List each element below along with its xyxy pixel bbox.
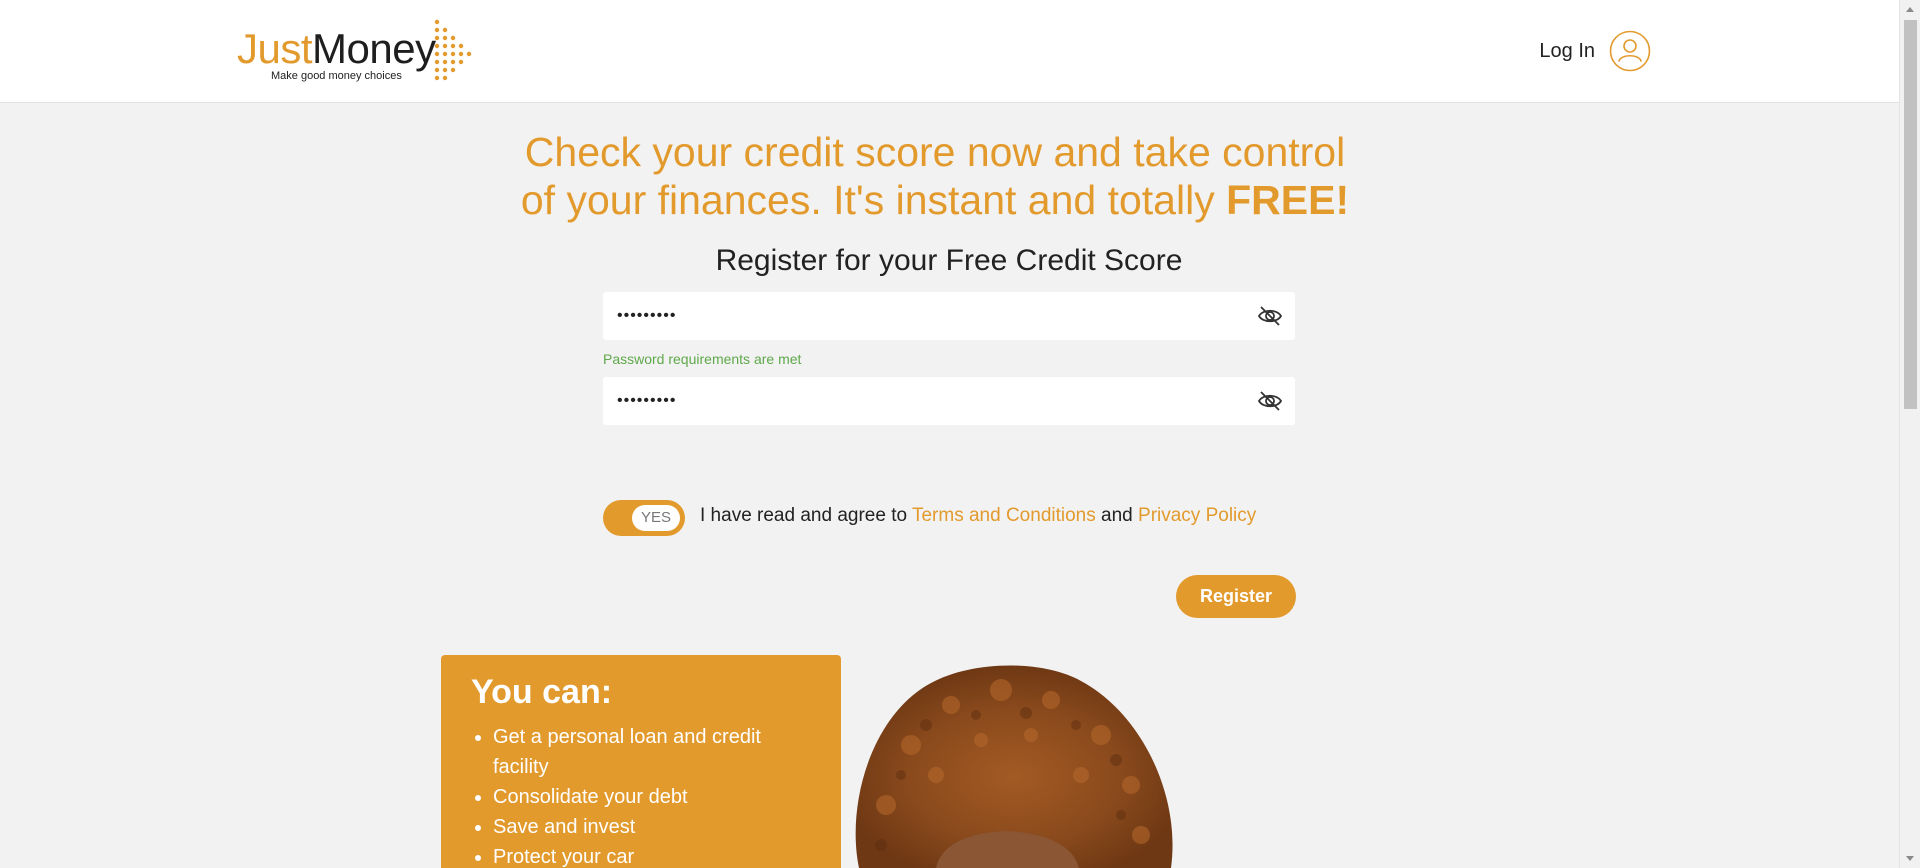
toggle-label: YES [632,505,680,531]
login-label: Log In [1539,39,1595,62]
privacy-link[interactable]: Privacy Policy [1138,505,1256,526]
eye-slash-icon[interactable] [1257,389,1283,413]
scroll-up-arrow-icon[interactable] [1906,7,1914,12]
list-item: Get a personal loan and credit facility [493,722,811,782]
confirm-password-field [603,377,1295,425]
page-scrollbar[interactable] [1899,0,1920,868]
hero-free: FREE! [1226,177,1350,223]
hero-portrait-image [855,665,1173,868]
agree-text: I have read and agree to Terms and Condi… [700,505,1256,527]
site-header: JustMoney Make good money choices Log In [0,0,1899,103]
agree-and: and [1101,505,1133,526]
logo-dots-icon [434,19,472,81]
list-item: Protect your car [493,842,811,868]
user-circle-icon [1609,30,1651,72]
logo-word-just: Just [237,25,313,72]
confirm-password-input[interactable] [603,377,1223,425]
benefits-list: Get a personal loan and credit facility … [471,722,811,868]
password-hint: Password requirements are met [603,351,802,367]
benefits-title: You can: [471,673,613,711]
benefits-panel: You can: Get a personal loan and credit … [441,655,841,868]
logo-wordmark: JustMoney [237,28,436,70]
password-field [603,292,1295,340]
terms-link[interactable]: Terms and Conditions [912,505,1096,526]
register-button[interactable]: Register [1176,575,1296,618]
form-title: Register for your Free Credit Score [715,244,1183,277]
list-item: Consolidate your debt [493,782,811,812]
agree-toggle[interactable]: YES [603,500,685,536]
scroll-thumb[interactable] [1904,20,1917,409]
list-item: Save and invest [493,812,811,842]
justmoney-logo[interactable]: JustMoney Make good money choices [237,16,482,86]
logo-tagline: Make good money choices [271,70,402,82]
agree-prefix: I have read and agree to [700,505,908,526]
hero-headline: Check your credit score now and take con… [520,128,1350,224]
eye-slash-icon[interactable] [1257,304,1283,328]
login-button[interactable]: Log In [1539,30,1651,72]
password-input[interactable] [603,292,1223,340]
hero-text: Check your credit score now and take con… [520,129,1346,223]
logo-word-money: Money [312,25,436,72]
scroll-down-arrow-icon[interactable] [1906,856,1914,861]
